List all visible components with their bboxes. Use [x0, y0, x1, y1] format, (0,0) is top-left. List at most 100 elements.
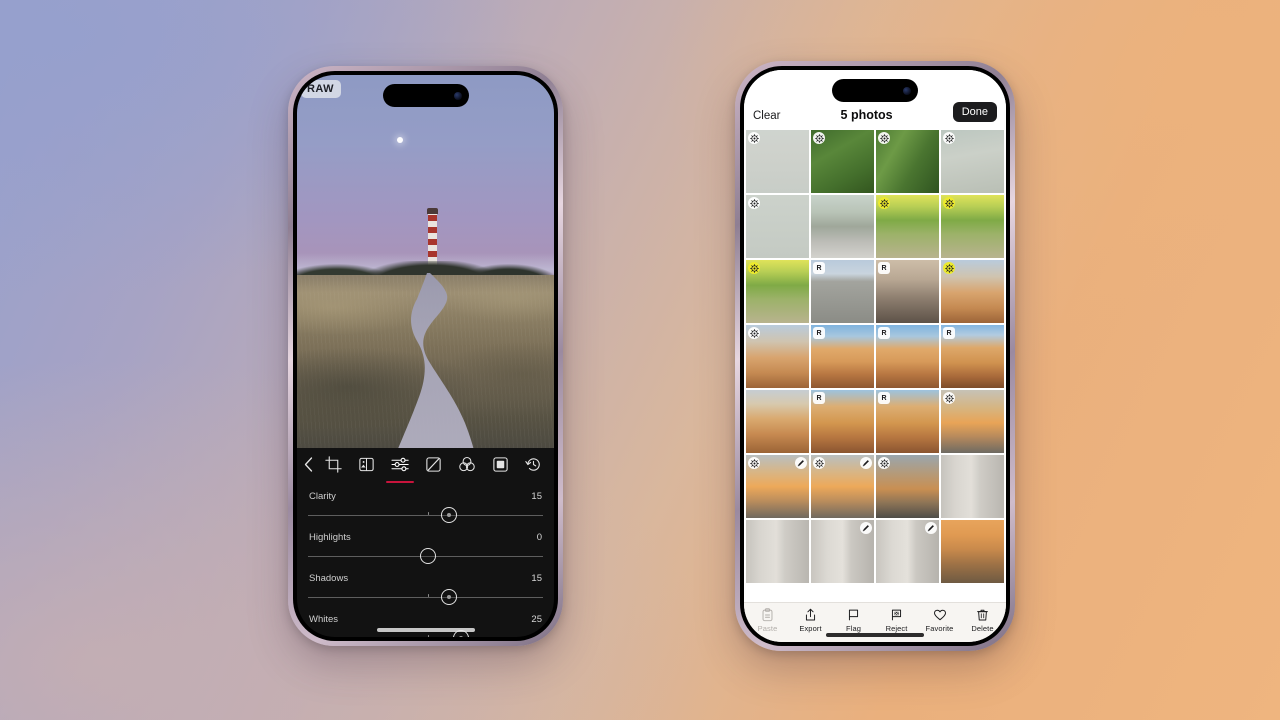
photo-cell[interactable]	[941, 455, 1004, 518]
pencil-icon	[860, 457, 872, 469]
gear-icon	[748, 132, 760, 144]
favorite-label: Favorite	[925, 623, 954, 633]
slider-shadows-label: Shadows	[309, 573, 349, 584]
slider-highlights-track[interactable]	[308, 546, 543, 566]
photo-cell[interactable]	[746, 195, 809, 258]
export-label: Export	[799, 623, 822, 633]
reject-label: Reject	[885, 623, 908, 633]
photo-cell[interactable]	[811, 455, 874, 518]
front-camera-icon	[453, 91, 462, 100]
phone-left-editor: RAW Clarity 15 Highlights 0 Shadows 15 W…	[288, 66, 563, 646]
photo-browser: Clear 5 photos Done RRRRRRR Paste Export…	[744, 70, 1006, 642]
gear-icon	[878, 132, 890, 144]
photo-cell[interactable]	[941, 520, 1004, 583]
adjust-icon	[391, 456, 410, 473]
photo-cell[interactable]	[941, 260, 1004, 323]
photo-cell[interactable]	[746, 260, 809, 323]
gear-icon	[748, 197, 760, 209]
contrast-tool-button[interactable]	[417, 449, 450, 479]
raw-badge-icon: R	[813, 262, 825, 274]
photo-cell[interactable]: R	[876, 325, 939, 388]
photo-cell[interactable]	[811, 195, 874, 258]
adjust-tool-button[interactable]	[384, 449, 417, 479]
landscape-photo	[297, 75, 554, 455]
border-tool-button[interactable]	[483, 449, 516, 479]
photo-cell[interactable]: R	[811, 260, 874, 323]
track-line	[308, 596, 543, 598]
photo-cell[interactable]: R	[941, 325, 1004, 388]
photo-cell[interactable]	[811, 520, 874, 583]
reject-button[interactable]: Reject	[875, 608, 918, 633]
photo-cell[interactable]	[876, 455, 939, 518]
photo-cell[interactable]	[811, 130, 874, 193]
flag-label: Flag	[846, 623, 861, 633]
history-icon	[525, 456, 542, 473]
photo-thumbnail	[941, 455, 1004, 518]
page-title: 5 photos	[840, 108, 893, 122]
photo-cell[interactable]	[746, 520, 809, 583]
lighthouse-bands	[428, 213, 437, 267]
slider-highlights-knob[interactable]	[419, 548, 436, 564]
dynamic-island-left	[382, 84, 469, 107]
paste-icon	[761, 607, 774, 622]
slider-shadows[interactable]: Shadows 15	[308, 568, 543, 607]
photo-cell[interactable]	[876, 520, 939, 583]
raw-format-badge: RAW	[301, 80, 341, 98]
phone-right-screen: Clear 5 photos Done RRRRRRR Paste Export…	[744, 70, 1006, 642]
favorite-button[interactable]: Favorite	[918, 608, 961, 633]
delete-button[interactable]: Delete	[961, 608, 1004, 633]
photo-cell[interactable]	[941, 130, 1004, 193]
photo-cell[interactable]	[876, 195, 939, 258]
photo-thumbnail	[746, 390, 809, 453]
back-button[interactable]	[299, 449, 317, 479]
crop-tool-button[interactable]	[317, 449, 350, 479]
photo-cell[interactable]: R	[876, 260, 939, 323]
gear-icon	[813, 457, 825, 469]
photo-cell[interactable]	[941, 390, 1004, 453]
photo-cell[interactable]	[746, 390, 809, 453]
history-tool-button[interactable]	[517, 449, 550, 479]
phone-left-screen: RAW Clarity 15 Highlights 0 Shadows 15 W…	[297, 75, 554, 637]
photo-cell[interactable]: R	[811, 325, 874, 388]
paste-button[interactable]: Paste	[746, 607, 789, 633]
clear-button[interactable]: Clear	[753, 110, 780, 122]
edit-toolbar	[297, 448, 554, 480]
photo-cell[interactable]	[746, 325, 809, 388]
slider-clarity-track[interactable]	[308, 505, 543, 525]
slider-clarity-head: Clarity 15	[308, 486, 543, 505]
slider-clarity-knob[interactable]	[441, 507, 457, 523]
crop-icon	[325, 455, 342, 473]
phone-left-bezel: RAW Clarity 15 Highlights 0 Shadows 15 W…	[293, 71, 558, 641]
slider-highlights[interactable]: Highlights 0	[308, 527, 543, 566]
flag-button[interactable]: Flag	[832, 608, 875, 633]
raw-badge-icon: R	[813, 392, 825, 404]
photo-cell[interactable]: R	[876, 390, 939, 453]
lighthouse	[427, 208, 438, 267]
reject-icon	[890, 608, 903, 622]
done-button[interactable]: Done	[952, 102, 997, 122]
export-button[interactable]: Export	[789, 608, 832, 633]
slider-highlights-head: Highlights 0	[308, 527, 543, 546]
color-mix-tool-button[interactable]	[450, 449, 483, 479]
background-wash	[0, 0, 1280, 720]
home-indicator-left[interactable]	[376, 628, 475, 632]
slider-whites[interactable]: Whites 25	[308, 609, 543, 637]
raw-badge-icon: R	[878, 327, 890, 339]
gear-icon	[748, 262, 760, 274]
photo-cell[interactable]	[746, 130, 809, 193]
track-line	[308, 514, 543, 516]
slider-clarity[interactable]: Clarity 15	[308, 486, 543, 525]
adjustment-sliders: Clarity 15 Highlights 0 Shadows 15 White…	[297, 480, 554, 637]
photo-cell[interactable]: R	[811, 390, 874, 453]
slider-shadows-track[interactable]	[308, 587, 543, 607]
frame-tool-button[interactable]	[350, 449, 383, 479]
photo-cell[interactable]	[746, 455, 809, 518]
slider-clarity-label: Clarity	[309, 491, 336, 502]
moon-icon	[397, 137, 403, 143]
photo-cell[interactable]	[876, 130, 939, 193]
phone-right-bezel: Clear 5 photos Done RRRRRRR Paste Export…	[740, 66, 1010, 646]
home-indicator-right[interactable]	[826, 633, 924, 637]
slider-shadows-knob[interactable]	[441, 589, 457, 605]
photo-cell[interactable]	[941, 195, 1004, 258]
photo-grid: R R R R R R R	[744, 130, 1006, 602]
